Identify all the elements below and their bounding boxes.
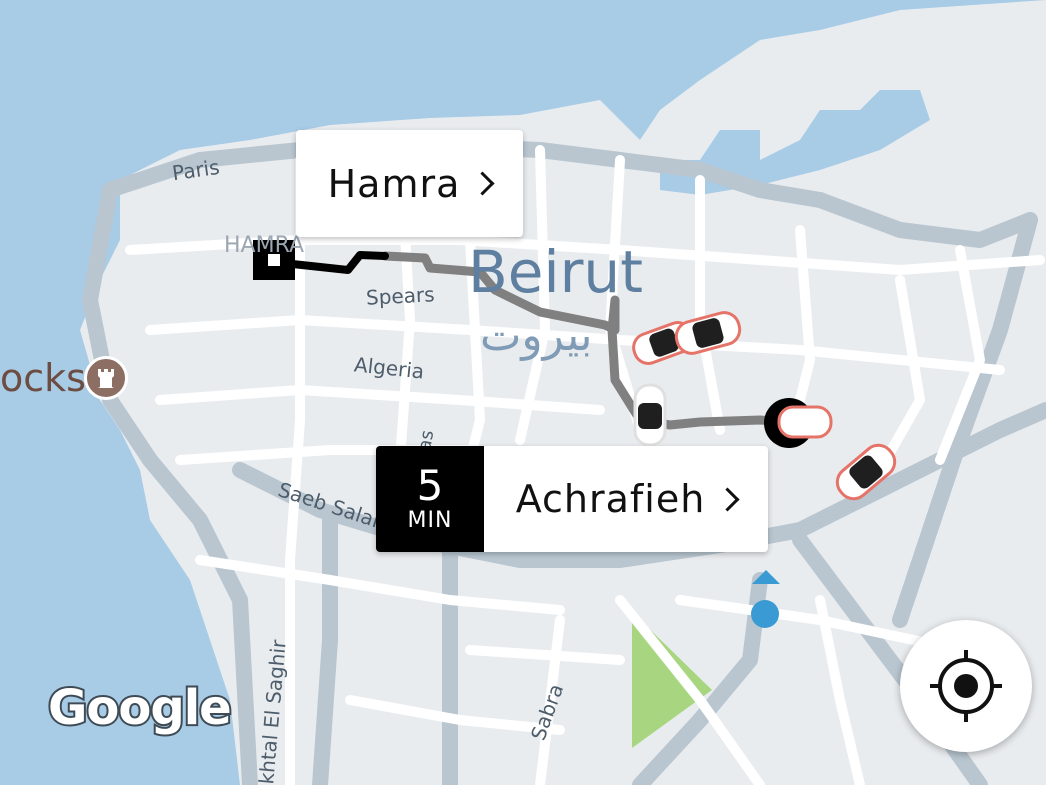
chevron-right-icon bbox=[470, 171, 495, 196]
eta-badge: 5 MIN bbox=[376, 446, 484, 552]
google-logo: Google bbox=[46, 678, 234, 738]
pickup-callout[interactable]: Hamra bbox=[296, 130, 523, 237]
poi-label: ocks bbox=[0, 356, 86, 400]
street-label-spears: Spears bbox=[365, 282, 436, 310]
locate-crosshair-icon bbox=[930, 650, 1002, 722]
pickup-label: Hamra bbox=[327, 161, 461, 206]
car-icon bbox=[633, 383, 667, 447]
neighborhood-label: HAMRA bbox=[224, 233, 305, 258]
destination-label: Achrafieh bbox=[515, 477, 706, 521]
locate-button[interactable] bbox=[900, 620, 1032, 752]
car-icon bbox=[777, 405, 833, 439]
castle-icon[interactable] bbox=[84, 356, 128, 400]
chevron-right-icon bbox=[715, 486, 740, 512]
city-label: Beirut bbox=[468, 238, 643, 306]
eta-unit: MIN bbox=[407, 508, 453, 533]
destination-callout[interactable]: 5 MIN Achrafieh bbox=[376, 446, 768, 552]
eta-value: 5 bbox=[416, 461, 444, 510]
map[interactable] bbox=[0, 0, 1046, 785]
city-label-arabic: بيروت bbox=[480, 310, 593, 361]
